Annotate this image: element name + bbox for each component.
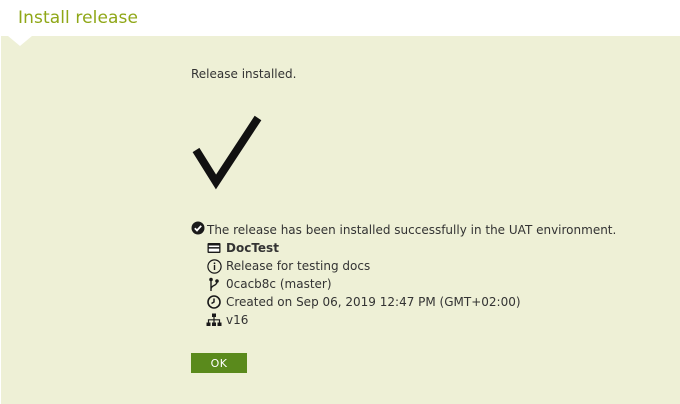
dialog-title: Install release (18, 8, 139, 28)
info-icon (206, 258, 222, 274)
dialog-body (1, 36, 680, 404)
detail-description: Release for testing docs (206, 257, 521, 275)
detail-created: Created on Sep 06, 2019 12:47 PM (GMT+02… (206, 293, 521, 311)
detail-version: v16 (206, 311, 521, 329)
clock-icon (206, 294, 222, 310)
title-notch (8, 36, 32, 46)
detail-name: DocTest (206, 239, 521, 257)
status-message: Release installed. (191, 67, 297, 81)
detail-commit: 0cacb8c (master) (206, 275, 521, 293)
check-circle-icon (191, 221, 205, 238)
release-commit: 0cacb8c (master) (226, 277, 332, 291)
title-bar: Install release (0, 0, 680, 36)
release-name: DocTest (226, 241, 279, 255)
large-checkmark-icon (192, 115, 262, 190)
success-text: The release has been installed successfu… (207, 222, 617, 237)
ok-button[interactable]: OK (191, 353, 247, 373)
success-line: The release has been installed successfu… (191, 221, 616, 238)
release-details: DocTest Release for testing docs 0cacb8c… (206, 239, 521, 329)
release-created: Created on Sep 06, 2019 12:47 PM (GMT+02… (226, 295, 521, 309)
install-release-dialog: Install release Release installed. The r… (0, 0, 680, 404)
release-version: v16 (226, 313, 249, 327)
release-description: Release for testing docs (226, 259, 371, 273)
card-icon (206, 240, 222, 256)
hierarchy-icon (206, 312, 222, 328)
branch-icon (206, 276, 222, 292)
